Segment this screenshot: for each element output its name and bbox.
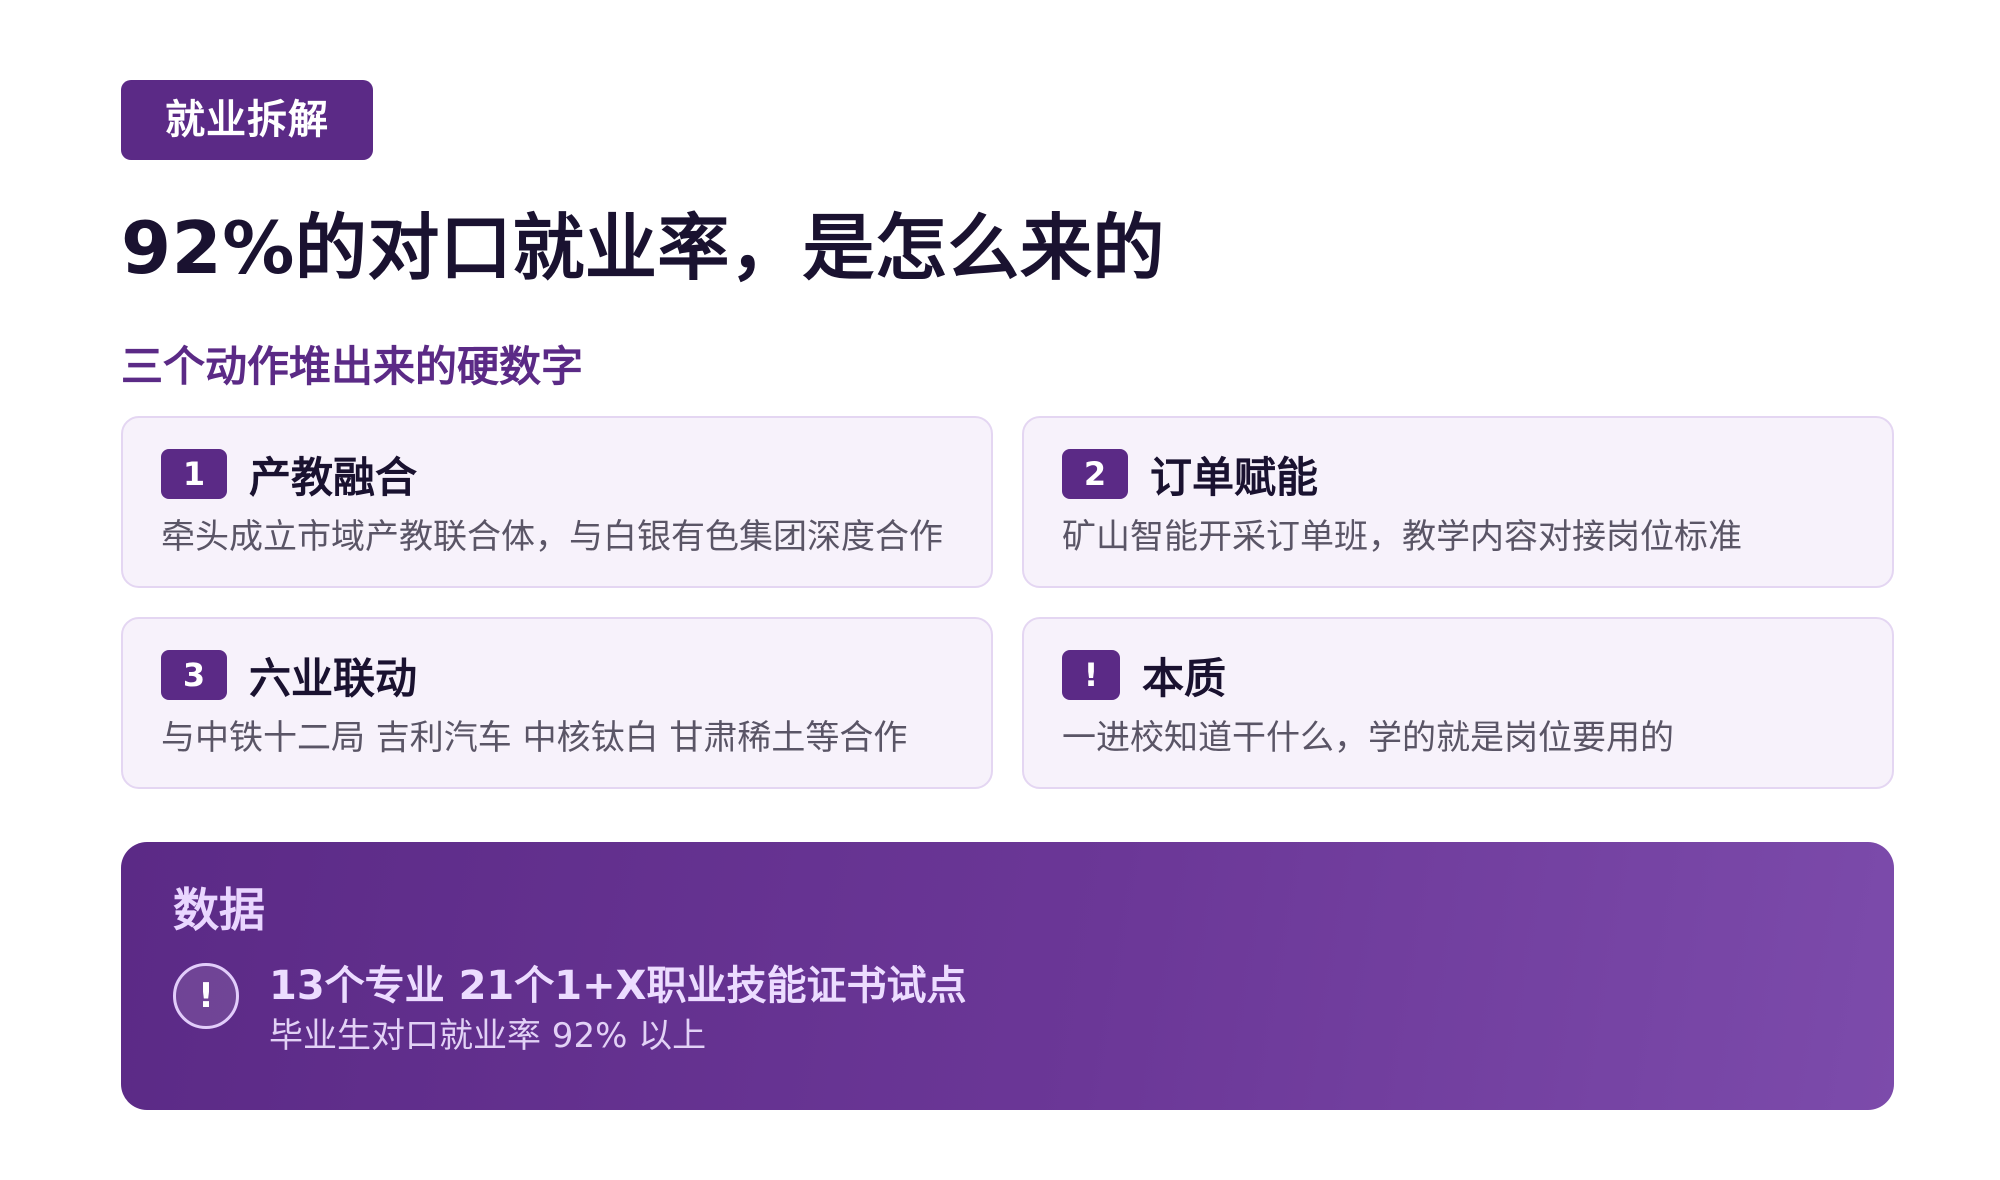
number-badge: 2 [1062,449,1128,499]
card-description: 矿山智能开采订单班，教学内容对接岗位标准 [1062,517,1742,557]
data-panel: 数据 ! 13个专业 21个1+X职业技能证书试点 毕业生对口就业率 92% 以… [121,842,1894,1110]
card-header: ! 本质 [1062,647,1856,703]
page-title: 92%的对口就业率，是怎么来的 [121,206,1165,290]
card-description: 一进校知道干什么，学的就是岗位要用的 [1062,718,1674,758]
data-row: ! 13个专业 21个1+X职业技能证书试点 毕业生对口就业率 92% 以上 [173,960,1842,1060]
card-essence: ! 本质 一进校知道干什么，学的就是岗位要用的 [1022,617,1894,789]
card-title: 产教融合 [249,452,418,502]
card-order-class: 2 订单赋能 矿山智能开采订单班，教学内容对接岗位标准 [1022,416,1894,588]
exclamation-badge-icon: ! [1062,650,1120,700]
cards-grid: 1 产教融合 牵头成立市域产教联合体，与白银有色集团深度合作 2 订单赋能 矿山… [121,416,1894,789]
number-badge: 3 [161,650,227,700]
card-description: 牵头成立市域产教联合体，与白银有色集团深度合作 [161,517,943,557]
exclamation-circle-icon: ! [173,963,239,1029]
slide: 就业拆解 92%的对口就业率，是怎么来的 三个动作堆出来的硬数字 1 产教融合 … [121,80,1894,1110]
card-title: 六业联动 [249,653,418,703]
card-six-industries: 3 六业联动 与中铁十二局 吉利汽车 中核钛白 甘肃稀土等合作 [121,617,993,789]
data-sub-text: 毕业生对口就业率 92% 以上 [269,1016,707,1056]
card-industry-education: 1 产教融合 牵头成立市域产教联合体，与白银有色集团深度合作 [121,416,993,588]
card-header: 2 订单赋能 [1062,446,1856,502]
page-subtitle: 三个动作堆出来的硬数字 [121,342,584,391]
card-description: 与中铁十二局 吉利汽车 中核钛白 甘肃稀土等合作 [161,718,908,758]
data-panel-title: 数据 [173,883,265,937]
card-header: 3 六业联动 [161,647,955,703]
card-title: 订单赋能 [1150,452,1319,502]
section-tag: 就业拆解 [121,80,373,160]
card-title: 本质 [1142,653,1227,703]
card-header: 1 产教融合 [161,446,955,502]
data-main-text: 13个专业 21个1+X职业技能证书试点 [269,963,967,1009]
data-text: 13个专业 21个1+X职业技能证书试点 毕业生对口就业率 92% 以上 [269,960,966,1060]
number-badge: 1 [161,449,227,499]
